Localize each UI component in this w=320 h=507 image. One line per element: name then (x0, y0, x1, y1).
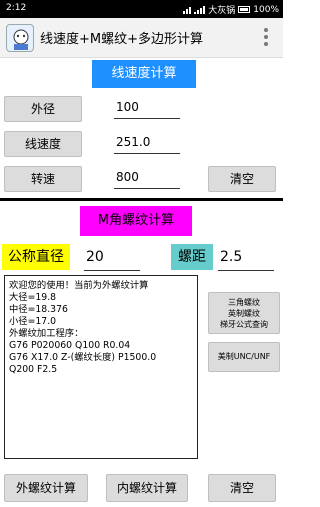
status-time: 2:12 (6, 3, 27, 13)
section-divider (0, 198, 283, 201)
wifi-icon (183, 5, 192, 14)
thread-result-output: 欢迎您的使用！当前为外螺纹计算 大径=19.8 中径=18.376 小径=17.… (4, 275, 198, 459)
linear-speed-button[interactable]: 线速度 (4, 131, 82, 157)
thread-clear-button[interactable]: 清空 (208, 474, 276, 502)
thread-section-header: M角螺纹计算 (80, 206, 192, 236)
nominal-diameter-field[interactable]: 20 (84, 244, 140, 271)
speed-section-header: 线速度计算 (92, 60, 196, 88)
outer-diameter-field[interactable]: 100 (114, 96, 180, 119)
unc-unf-button[interactable]: 美制UNC/UNF (208, 342, 280, 372)
pitch-field[interactable]: 2.5 (218, 244, 274, 271)
app-logo-icon (6, 24, 34, 52)
nominal-diameter-label: 公称直径 (2, 244, 70, 270)
status-icons: 大灰锅 100% (183, 3, 279, 16)
outer-diameter-button[interactable]: 外径 (4, 96, 82, 122)
status-battery: 100% (253, 4, 279, 15)
linear-speed-field[interactable]: 251.0 (114, 131, 180, 154)
speed-clear-button[interactable]: 清空 (208, 166, 276, 192)
signal-icon (194, 5, 206, 14)
pitch-label: 螺距 (171, 244, 213, 270)
external-thread-button[interactable]: 外螺纹计算 (4, 474, 88, 502)
rpm-button[interactable]: 转速 (4, 166, 82, 192)
thread-formula-query-button[interactable]: 三角螺纹 英制螺纹 梯牙公式查询 (208, 292, 280, 334)
internal-thread-button[interactable]: 内螺纹计算 (106, 474, 188, 502)
app-bar: 线速度+M螺纹+多边形计算 (0, 18, 283, 58)
status-bar: 2:12 大灰锅 100% (0, 0, 283, 18)
status-carrier: 大灰锅 (208, 6, 236, 16)
rpm-field[interactable]: 800 (114, 166, 180, 189)
app-title: 线速度+M螺纹+多边形计算 (40, 32, 204, 47)
battery-icon (238, 6, 251, 13)
overflow-menu-icon[interactable] (263, 28, 269, 48)
